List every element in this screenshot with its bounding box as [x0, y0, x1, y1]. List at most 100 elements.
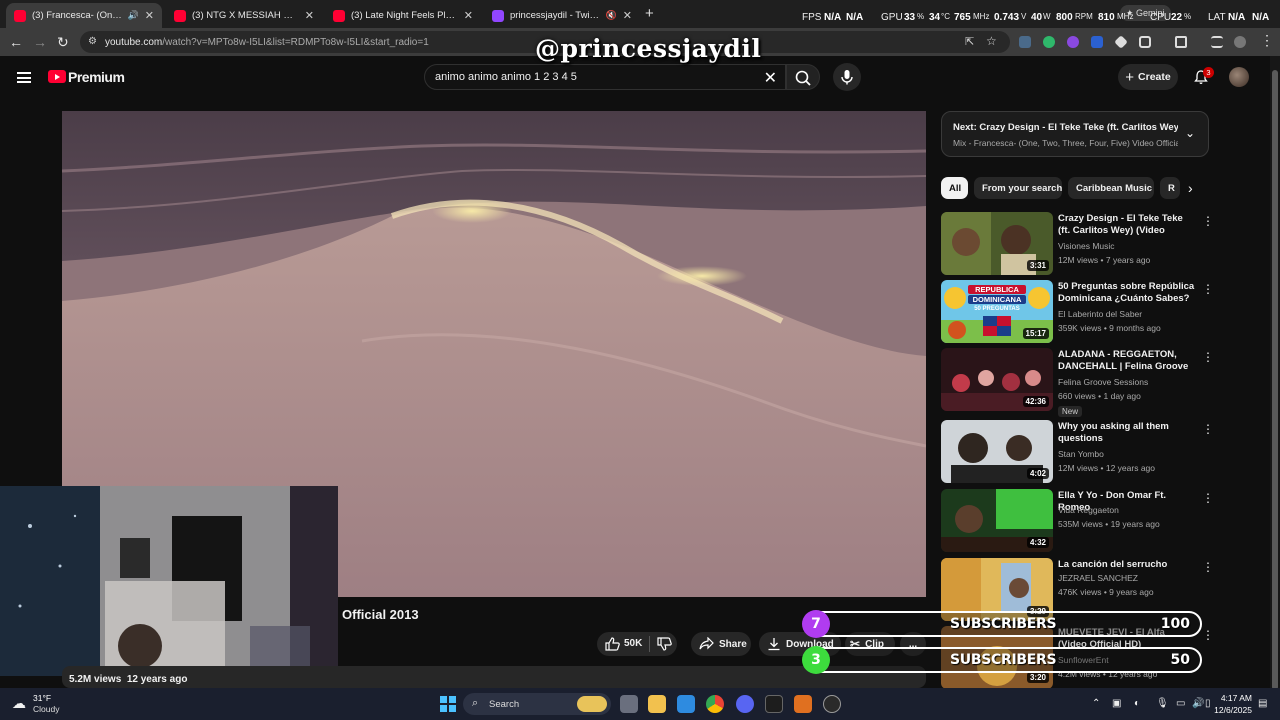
- like-dislike-group: 50K: [597, 632, 677, 656]
- video-meta: 660 views • 1 day ago: [1058, 391, 1141, 401]
- share-button[interactable]: Share: [691, 632, 751, 656]
- channel-name[interactable]: Felina Groove Sessions: [1058, 377, 1148, 387]
- forward-icon[interactable]: →: [33, 34, 47, 50]
- browser-tab[interactable]: princessjaydil - Twitch 🔇 ✕: [484, 3, 640, 28]
- tab-title: (3) Late Night Feels Playlist (pt.: [351, 10, 458, 21]
- site-info-icon[interactable]: ⚙: [88, 36, 97, 47]
- voice-search-button[interactable]: [833, 63, 861, 91]
- volume-icon[interactable]: 🔊: [1192, 698, 1204, 709]
- youtube-premium-logo[interactable]: Premium: [68, 69, 125, 85]
- new-tab-icon[interactable]: +: [645, 5, 654, 22]
- clear-search-icon[interactable]: ✕: [764, 68, 777, 88]
- recommended-video[interactable]: REPUBLICA DOMINICANA 50 PREGUNTAS 15:17 …: [941, 280, 1214, 346]
- dislike-button[interactable]: [657, 637, 672, 654]
- subscriber-goal-label: SUBSCRIBERS: [950, 616, 1057, 632]
- account-avatar[interactable]: [1229, 67, 1249, 87]
- microphone-tray-icon[interactable]: 🎙: [1156, 698, 1169, 709]
- back-icon[interactable]: ←: [9, 34, 23, 50]
- more-options-icon[interactable]: ⋮: [1202, 561, 1214, 573]
- extension-icon[interactable]: [1091, 36, 1103, 48]
- profile-avatar[interactable]: [1234, 36, 1246, 48]
- network-icon[interactable]: ▭: [1176, 698, 1185, 709]
- description-box[interactable]: [62, 666, 926, 688]
- recommended-video[interactable]: 3:31 Crazy Design - El Teke Teke (ft. Ca…: [941, 212, 1214, 278]
- video-thumbnail[interactable]: 4:02: [941, 420, 1053, 483]
- chip-truncated[interactable]: R: [1160, 177, 1180, 199]
- more-options-icon[interactable]: ⋮: [1202, 629, 1213, 641]
- video-thumbnail[interactable]: 42:36: [941, 348, 1053, 411]
- recommended-video[interactable]: 4:32 Ella Y Yo - Don Omar Ft. Romeo Vida…: [941, 489, 1214, 555]
- chip-caribbean-music[interactable]: Caribbean Music: [1068, 177, 1154, 199]
- channel-name[interactable]: Visiones Music: [1058, 241, 1115, 251]
- muted-icon[interactable]: 🔇: [606, 10, 617, 21]
- browser-tab[interactable]: (3) Francesca- (One, Two, Th 🔊 ✕: [6, 3, 162, 28]
- chip-all[interactable]: All: [941, 177, 968, 199]
- weather-description[interactable]: Cloudy: [33, 704, 59, 714]
- notification-center-icon[interactable]: ▤: [1258, 698, 1267, 709]
- task-view-icon[interactable]: [620, 695, 638, 713]
- extension-icon[interactable]: [1067, 36, 1079, 48]
- file-explorer-icon[interactable]: [648, 695, 666, 713]
- more-options-icon[interactable]: ⋮: [1202, 215, 1214, 227]
- weather-cloud-icon[interactable]: ☁: [12, 695, 26, 712]
- channel-name[interactable]: Vida Reggaeton: [1058, 505, 1119, 515]
- search-query: animo animo animo 1 2 3 4 5: [435, 71, 577, 83]
- windows-start-icon[interactable]: [440, 696, 456, 712]
- up-next-mix-panel[interactable]: Next: Crazy Design - El Teke Teke (ft. C…: [941, 111, 1209, 157]
- video-thumbnail[interactable]: 4:32: [941, 489, 1053, 552]
- search-input[interactable]: animo animo animo 1 2 3 4 5 ✕: [424, 64, 786, 90]
- close-tab-icon[interactable]: ✕: [145, 9, 154, 22]
- menu-icon[interactable]: [17, 72, 31, 83]
- video-title: 50 Preguntas sobre República Dominicana …: [1058, 281, 1195, 304]
- channel-name[interactable]: Stan Yombo: [1058, 449, 1104, 459]
- more-options-icon[interactable]: ⋮: [1202, 423, 1214, 435]
- page-scrollbar[interactable]: [1270, 56, 1280, 690]
- close-tab-icon[interactable]: ✕: [305, 9, 314, 22]
- bookmark-star-icon[interactable]: ☆: [986, 34, 997, 48]
- extension-icon[interactable]: [1019, 36, 1031, 48]
- recommended-video[interactable]: 42:36 ALADANA - REGGAETON, DANCEHALL | F…: [941, 348, 1214, 417]
- install-app-icon[interactable]: ⇱: [965, 35, 974, 48]
- chevron-right-icon[interactable]: ›: [1188, 180, 1193, 196]
- discord-icon[interactable]: [736, 695, 754, 713]
- app-icon[interactable]: [794, 695, 812, 713]
- chrome-icon[interactable]: [706, 695, 724, 713]
- obs-icon[interactable]: [765, 695, 783, 713]
- channel-name[interactable]: JEZRAEL SANCHEZ: [1058, 573, 1138, 583]
- scrollbar-thumb[interactable]: [1272, 70, 1278, 690]
- tray-app-icon[interactable]: ▣: [1112, 698, 1121, 709]
- show-hidden-icons-icon[interactable]: ⌃: [1092, 698, 1100, 709]
- like-button[interactable]: [605, 637, 620, 654]
- clock-time[interactable]: 4:17 AM: [1218, 693, 1252, 703]
- app-icon[interactable]: [823, 695, 841, 713]
- more-options-icon[interactable]: ⋮: [1202, 283, 1214, 295]
- extensions-puzzle-icon[interactable]: [1139, 36, 1151, 48]
- speaker-icon[interactable]: 🔊: [128, 10, 139, 21]
- browser-menu-icon[interactable]: ⋮: [1260, 32, 1274, 49]
- chip-from-your-search[interactable]: From your search: [974, 177, 1062, 199]
- cast-icon[interactable]: [1175, 36, 1187, 48]
- extension-icon[interactable]: [1114, 35, 1128, 49]
- microsoft-store-icon[interactable]: [677, 695, 695, 713]
- reload-icon[interactable]: ↻: [57, 34, 69, 51]
- create-button[interactable]: + Create: [1118, 64, 1178, 90]
- close-tab-icon[interactable]: ✕: [623, 9, 632, 22]
- channel-name[interactable]: El Laberinto del Saber: [1058, 309, 1142, 319]
- chevron-down-icon[interactable]: ⌄: [1185, 126, 1195, 140]
- video-thumbnail[interactable]: 3:31: [941, 212, 1053, 275]
- more-options-icon[interactable]: ⋮: [1202, 492, 1214, 504]
- more-options-icon[interactable]: ⋮: [1202, 351, 1214, 363]
- youtube-logo-icon[interactable]: [48, 70, 66, 83]
- browser-tab[interactable]: (3) Late Night Feels Playlist (pt. ✕: [325, 3, 481, 28]
- close-tab-icon[interactable]: ✕: [464, 9, 473, 22]
- tray-app-icon[interactable]: ◐: [1134, 698, 1140, 709]
- video-thumbnail[interactable]: REPUBLICA DOMINICANA 50 PREGUNTAS 15:17: [941, 280, 1053, 343]
- browser-tab[interactable]: (3) NTG X MESSIAH X YK IT'S JU ✕: [166, 3, 322, 28]
- tab-search-icon[interactable]: [1211, 36, 1223, 48]
- recommended-video[interactable]: 4:02 Why you asking all them questions S…: [941, 420, 1214, 486]
- search-button[interactable]: [786, 64, 820, 90]
- extension-icon[interactable]: [1043, 36, 1055, 48]
- clock-date[interactable]: 12/6/2025: [1210, 705, 1252, 715]
- weather-temperature[interactable]: 31°F: [33, 693, 51, 703]
- taskbar-search[interactable]: ⌕ Search: [463, 693, 611, 715]
